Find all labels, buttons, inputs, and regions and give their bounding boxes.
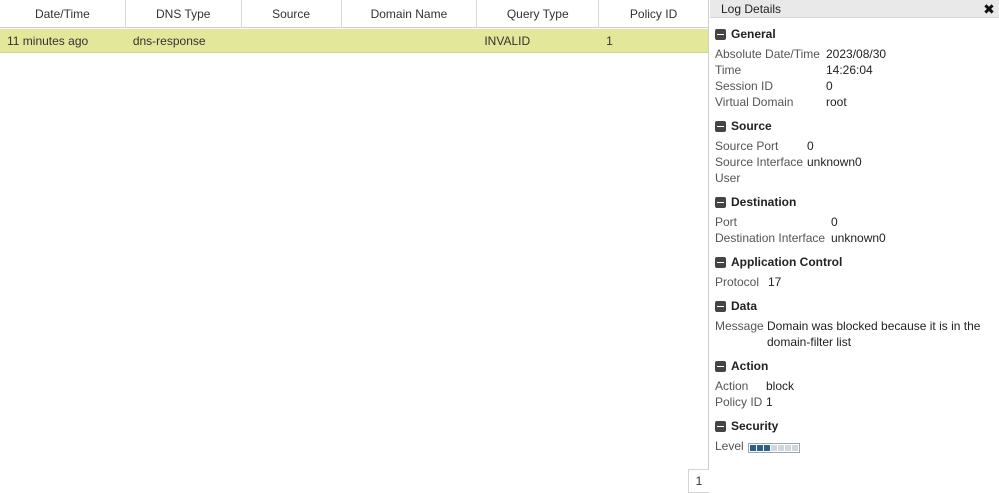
field-label: Virtual Domain: [715, 95, 794, 109]
collapse-icon: [715, 256, 726, 268]
section-toggle-security[interactable]: Security: [715, 418, 999, 434]
column-header-dns-type[interactable]: DNS Type: [126, 0, 242, 28]
field-value: Domain was blocked because it is in the …: [767, 319, 981, 349]
field-label: Level: [715, 439, 744, 453]
field-label: Absolute Date/Time: [715, 47, 820, 61]
level-segment: [785, 444, 791, 451]
section-general: General Absolute Date/Time 2023/08/30 Tim…: [715, 26, 999, 110]
column-header-policy-id[interactable]: Policy ID: [599, 0, 708, 28]
column-header-domain-name[interactable]: Domain Name: [342, 0, 478, 28]
field-label: User: [715, 171, 741, 185]
collapse-icon: [715, 360, 726, 372]
field-label: Message: [715, 319, 764, 333]
field-label: Port: [715, 215, 738, 229]
section-data: Data Message Domain was blocked because i…: [715, 298, 999, 350]
field-value: unknown0: [807, 155, 862, 169]
section-toggle-general[interactable]: General: [715, 26, 999, 42]
log-details-title: Log Details: [721, 1, 782, 16]
section-destination: Destination Port 0 Destination Interface u…: [715, 194, 999, 246]
column-header-datetime[interactable]: Date/Time: [0, 0, 126, 28]
close-icon[interactable]: ✖: [982, 1, 996, 17]
level-segment: [778, 444, 784, 451]
field-value: 0: [807, 139, 814, 153]
level-segment: [771, 444, 777, 451]
section-title: Source: [731, 119, 772, 133]
level-segment: [764, 444, 770, 451]
section-source: Source Source Port 0 Source Interface unkn…: [715, 118, 999, 186]
security-level-meter: [748, 442, 800, 453]
field-value: 17: [768, 275, 782, 289]
field-value: 14:26:04: [826, 63, 873, 77]
section-toggle-action[interactable]: Action: [715, 358, 999, 374]
collapse-icon: [715, 120, 726, 132]
section-toggle-application-control[interactable]: Application Control: [715, 254, 999, 270]
field-value: root: [826, 95, 847, 109]
cell-dns-type: dns-response: [132, 34, 206, 48]
field-label: Destination Interface: [715, 231, 826, 245]
level-segment: [750, 444, 756, 451]
field-label: Policy ID: [715, 395, 763, 409]
cell-policy-id: 1: [606, 34, 613, 48]
field-value: 2023/08/30: [826, 47, 887, 61]
field-value: 0: [826, 79, 833, 93]
section-toggle-source[interactable]: Source: [715, 118, 999, 134]
field-label: Source Port: [715, 139, 779, 153]
field-value: 1: [766, 395, 773, 409]
section-title: Data: [731, 299, 758, 313]
table-row[interactable]: 11 minutes ago dns-response INVALID 1: [0, 29, 708, 53]
cell-datetime: 11 minutes ago: [7, 34, 89, 48]
field-label: Session ID: [715, 79, 774, 93]
section-application-control: Application Control Protocol 17: [715, 254, 999, 290]
section-action: Action Action block Policy ID 1: [715, 358, 999, 410]
log-details-panel: Log Details ✖ General Absolute Date/Time…: [710, 0, 999, 493]
page-number[interactable]: 1: [688, 469, 709, 493]
column-header-query-type[interactable]: Query Type: [477, 0, 600, 28]
field-label: Time: [715, 63, 742, 77]
field-label: Action: [715, 379, 749, 393]
section-title: Application Control: [731, 255, 843, 269]
cell-query-type: INVALID: [484, 34, 531, 48]
table-header: Date/Time DNS Type Source Domain Name Qu…: [0, 0, 708, 28]
field-value: unknown0: [831, 231, 886, 245]
collapse-icon: [715, 28, 726, 40]
section-title: Action: [731, 359, 769, 373]
field-label: Protocol: [715, 275, 760, 289]
cell-source: [242, 29, 342, 53]
collapse-icon: [715, 196, 726, 208]
level-segment: [792, 444, 798, 451]
collapse-icon: [715, 420, 726, 432]
cell-domain-name: [342, 29, 478, 53]
section-toggle-data[interactable]: Data: [715, 298, 999, 314]
log-details-header: Log Details ✖: [710, 0, 999, 18]
section-title: Security: [731, 419, 779, 433]
collapse-icon: [715, 300, 726, 312]
field-label: Source Interface: [715, 155, 804, 169]
section-security: Security Level: [715, 418, 999, 454]
field-value: block: [766, 379, 795, 393]
level-segment: [757, 444, 763, 451]
section-title: Destination: [731, 195, 797, 209]
field-value: 0: [831, 215, 838, 229]
section-title: General: [731, 27, 776, 41]
log-table: Date/Time DNS Type Source Domain Name Qu…: [0, 0, 709, 493]
section-toggle-destination[interactable]: Destination: [715, 194, 999, 210]
column-header-source[interactable]: Source: [242, 0, 342, 28]
